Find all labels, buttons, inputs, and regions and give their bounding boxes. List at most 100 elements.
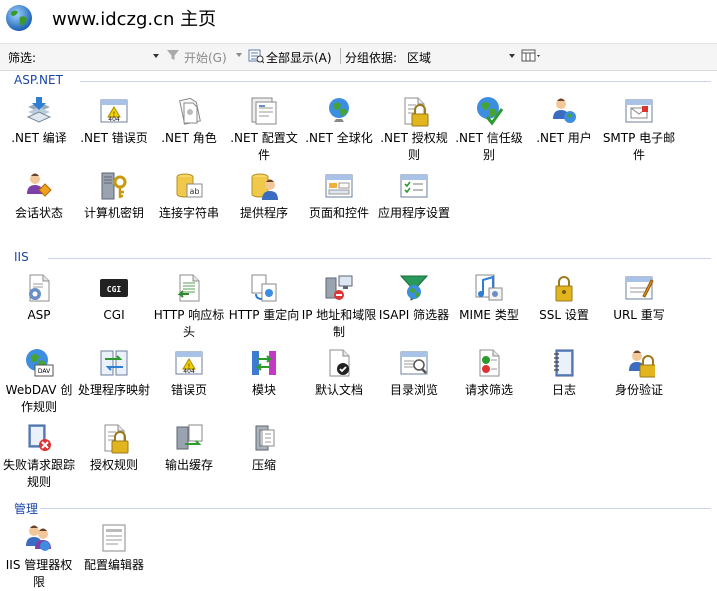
- view-options-icon[interactable]: [521, 48, 543, 67]
- feature-webdav[interactable]: DAV WebDAV 创作规则: [1, 347, 77, 416]
- feature-label: .NET 编译: [11, 131, 67, 145]
- asp-icon: [23, 272, 55, 304]
- svg-text:404: 404: [108, 116, 120, 123]
- feature-authorization-rules[interactable]: 授权规则: [76, 422, 152, 474]
- feature-label: .NET 信任级别: [455, 131, 523, 162]
- feature-label: IIS 管理器权限: [5, 558, 73, 589]
- feature-compression[interactable]: 压缩: [226, 422, 302, 474]
- feature-label: 压缩: [251, 458, 276, 472]
- modules-icon: [248, 347, 280, 379]
- feature-machine-key[interactable]: 计算机密钥: [76, 170, 152, 222]
- feature-label: 配置编辑器: [83, 558, 144, 572]
- failed-request-tracing-icon: [23, 422, 55, 454]
- feature-mime-types[interactable]: MIME 类型: [451, 272, 527, 324]
- feature-app-settings[interactable]: 应用程序设置: [376, 170, 452, 222]
- globe-icon: [6, 5, 32, 31]
- feature-failed-request-tracing[interactable]: 失败请求跟踪规则: [1, 422, 77, 491]
- feature-default-document[interactable]: 默认文档: [301, 347, 377, 399]
- webdav-icon: DAV: [23, 347, 55, 379]
- group-by-label: 分组依据:: [345, 51, 398, 65]
- feature-session-state[interactable]: 会话状态: [1, 170, 77, 222]
- feature-label: 默认文档: [314, 383, 363, 397]
- feature-connection-strings[interactable]: ab 连接字符串: [151, 170, 227, 222]
- ssl-settings-icon: [548, 272, 580, 304]
- feature-providers[interactable]: 提供程序: [226, 170, 302, 222]
- group-by-select[interactable]: 区域: [404, 47, 518, 65]
- feature-ip-restrictions[interactable]: IP 地址和域限制: [301, 272, 377, 341]
- feature-output-caching[interactable]: 输出缓存: [151, 422, 227, 474]
- compression-icon: [248, 422, 280, 454]
- feature-modules[interactable]: 模块: [226, 347, 302, 399]
- error-pages-icon: ! 404: [173, 347, 205, 379]
- feature-label: WebDAV 创作规则: [5, 383, 73, 414]
- feature-label: 计算机密钥: [83, 206, 144, 220]
- net-roles-icon: [173, 95, 205, 127]
- feature-net-users[interactable]: .NET 用户: [526, 95, 602, 147]
- feature-net-profile[interactable]: .NET 配置文件: [226, 95, 302, 164]
- net-globalization-icon: [323, 95, 355, 127]
- feature-net-globalization[interactable]: .NET 全球化: [301, 95, 377, 147]
- filter-toolbar: 筛选: 开始(G) 全部显示(A) 分组依据: 区域: [0, 43, 717, 71]
- iis-manager-permissions-icon: [23, 522, 55, 554]
- feature-http-redirect[interactable]: HTTP 重定向: [226, 272, 302, 324]
- feature-net-compile[interactable]: .NET 编译: [1, 95, 77, 147]
- configuration-editor-icon: [98, 522, 130, 554]
- session-state-icon: [23, 170, 55, 202]
- feature-isapi-filters[interactable]: ISAPI 筛选器: [376, 272, 452, 324]
- url-rewrite-icon: [623, 272, 655, 304]
- feature-label: 授权规则: [89, 458, 138, 472]
- section-header: IIS: [14, 250, 29, 264]
- show-all-button[interactable]: 全部显示(A): [266, 49, 332, 66]
- section-header: 管理: [14, 502, 39, 516]
- mime-types-icon: [473, 272, 505, 304]
- feature-authentication[interactable]: 身份验证: [601, 347, 677, 399]
- filter-label: 筛选:: [8, 51, 37, 65]
- chevron-down-icon[interactable]: [236, 53, 242, 57]
- feature-label: .NET 配置文件: [230, 131, 298, 162]
- feature-label: 处理程序映射: [77, 383, 150, 397]
- show-all-icon: [248, 48, 265, 67]
- cgi-icon: CGI: [98, 272, 130, 304]
- feature-net-error-page[interactable]: ! 404 .NET 错误页: [76, 95, 152, 147]
- feature-pages-controls[interactable]: 页面和控件: [301, 170, 377, 222]
- feature-cgi[interactable]: CGI CGI: [76, 272, 152, 324]
- feature-error-pages[interactable]: ! 404 错误页: [151, 347, 227, 399]
- pages-controls-icon: [323, 170, 355, 202]
- feature-label: .NET 授权规则: [380, 131, 448, 162]
- feature-net-authorization[interactable]: .NET 授权规则: [376, 95, 452, 164]
- group-by-value: 区域: [407, 51, 432, 65]
- feature-url-rewrite[interactable]: URL 重写: [601, 272, 677, 324]
- feature-label: .NET 角色: [161, 131, 217, 145]
- feature-label: 请求筛选: [464, 383, 513, 397]
- start-filter-button[interactable]: 开始(G): [184, 49, 227, 66]
- feature-iis-manager-permissions[interactable]: IIS 管理器权限: [1, 522, 77, 591]
- authorization-rules-icon: [98, 422, 130, 454]
- net-error-page-icon: ! 404: [98, 95, 130, 127]
- feature-label: 会话状态: [14, 206, 63, 220]
- feature-http-headers[interactable]: HTTP 响应标头: [151, 272, 227, 341]
- directory-browsing-icon: [398, 347, 430, 379]
- feature-directory-browsing[interactable]: 目录浏览: [376, 347, 452, 399]
- net-trust-levels-icon: [473, 95, 505, 127]
- feature-label: 身份验证: [614, 383, 663, 397]
- feature-label: MIME 类型: [459, 308, 519, 322]
- filter-input[interactable]: [40, 47, 160, 65]
- funnel-icon: [166, 48, 180, 65]
- feature-asp[interactable]: ASP: [1, 272, 77, 324]
- feature-net-roles[interactable]: .NET 角色: [151, 95, 227, 147]
- http-headers-icon: [173, 272, 205, 304]
- feature-ssl-settings[interactable]: SSL 设置: [526, 272, 602, 324]
- feature-smtp-email[interactable]: SMTP 电子邮件: [601, 95, 677, 164]
- logging-icon: [548, 347, 580, 379]
- feature-request-filtering[interactable]: 请求筛选: [451, 347, 527, 399]
- providers-icon: [248, 170, 280, 202]
- feature-label: 错误页: [170, 383, 207, 397]
- feature-net-trust-levels[interactable]: .NET 信任级别: [451, 95, 527, 164]
- feature-label: 输出缓存: [164, 458, 213, 472]
- feature-logging[interactable]: 日志: [526, 347, 602, 399]
- svg-text:ab: ab: [190, 187, 200, 196]
- feature-handler-mappings[interactable]: 处理程序映射: [76, 347, 152, 399]
- section-divider: [80, 81, 711, 82]
- feature-label: ISAPI 筛选器: [378, 308, 450, 322]
- feature-configuration-editor[interactable]: 配置编辑器: [76, 522, 152, 574]
